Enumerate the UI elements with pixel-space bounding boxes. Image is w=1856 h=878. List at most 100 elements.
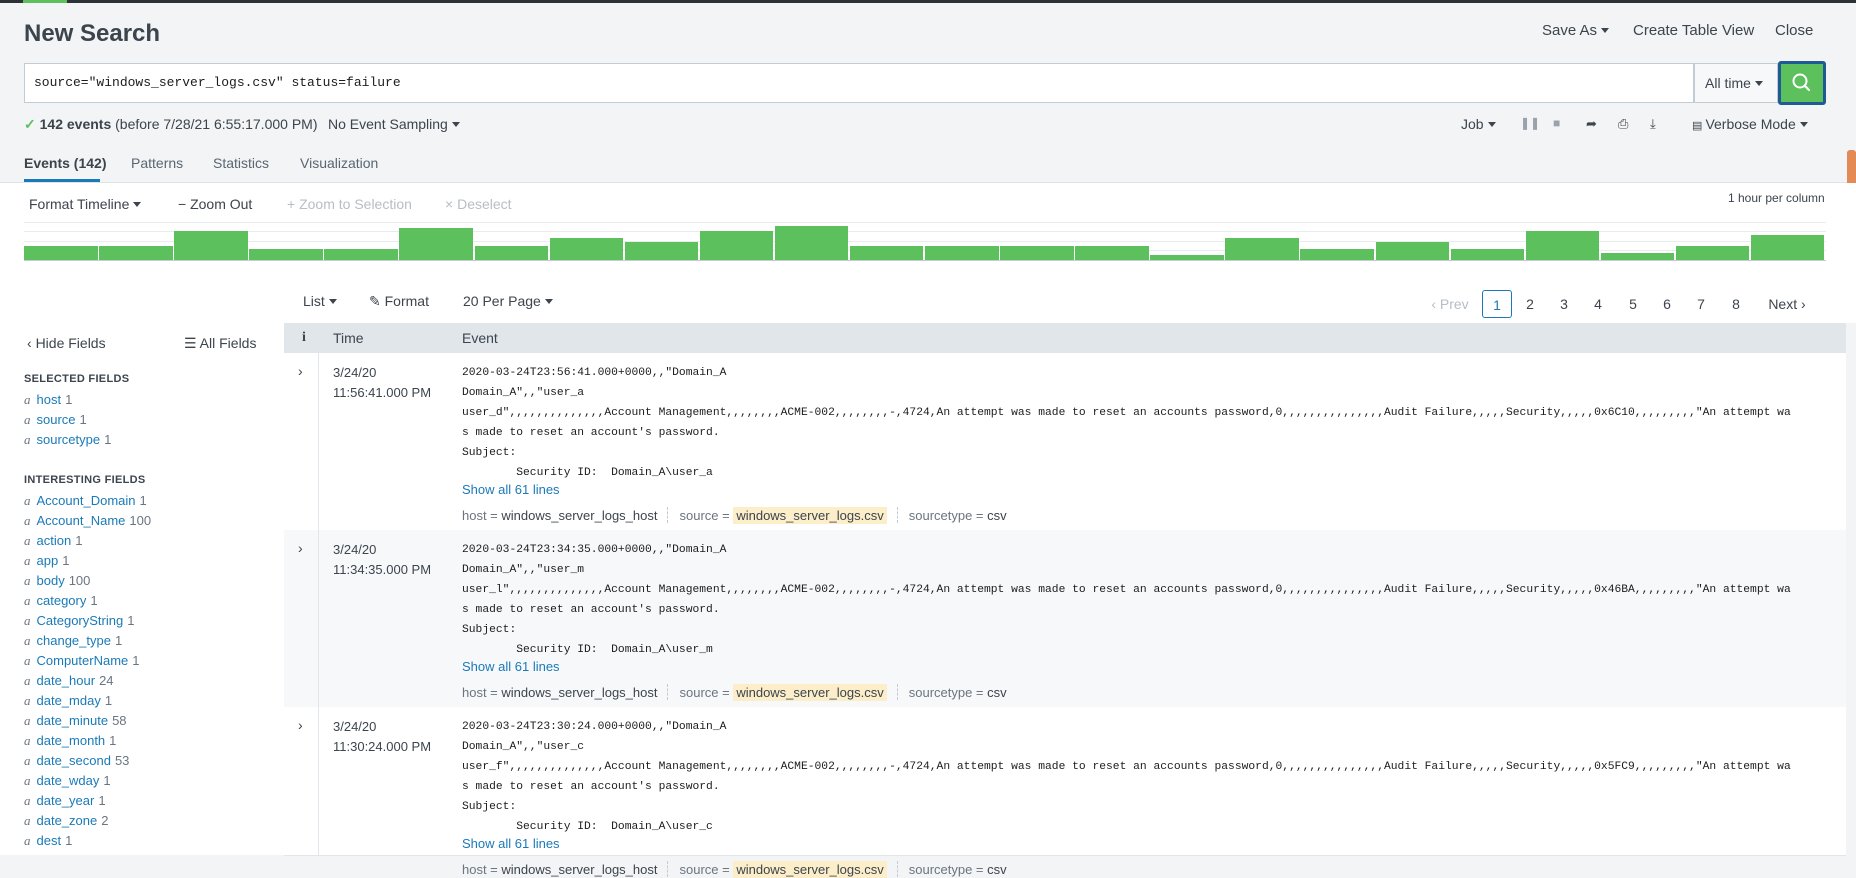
timeline-bar[interactable] [474,246,549,260]
tab-statistics[interactable]: Statistics [213,155,269,171]
timeline-bar[interactable] [849,246,924,260]
event-time[interactable]: 3/24/20 11:56:41.000 PM [333,363,431,403]
field-sourcetype[interactable]: a sourcetype 1 [24,432,111,448]
page-4[interactable]: 4 [1583,290,1613,318]
field-categorystring[interactable]: a CategoryString 1 [24,613,134,629]
pause-icon[interactable]: ❚❚ [1520,116,1540,130]
page-2[interactable]: 2 [1515,290,1545,318]
hide-fields-button[interactable]: ‹ Hide Fields [27,335,106,351]
source-value[interactable]: windows_server_logs.csv [733,684,887,701]
timeline-bar[interactable] [549,238,624,260]
source-value[interactable]: windows_server_logs.csv [733,507,887,524]
page-6[interactable]: 6 [1652,290,1682,318]
sourcetype-value[interactable]: csv [987,508,1007,523]
field-computername[interactable]: a ComputerName 1 [24,653,140,669]
page-1[interactable]: 1 [1482,290,1512,318]
host-value[interactable]: windows_server_logs_host [501,862,657,877]
field-account_domain[interactable]: a Account_Domain 1 [24,493,147,509]
print-icon[interactable]: ⎙ [1618,116,1628,132]
field-date_minute[interactable]: a date_minute 58 [24,713,127,729]
timeline-bar[interactable] [399,228,473,260]
timeline-bar[interactable] [24,246,98,260]
zoom-to-selection-button[interactable]: + Zoom to Selection [287,196,412,212]
timeline-bar[interactable] [174,231,248,260]
job-menu[interactable]: Job [1461,116,1496,132]
page-5[interactable]: 5 [1618,290,1648,318]
timeline-bar[interactable] [1600,253,1675,260]
page-8[interactable]: 8 [1721,290,1751,318]
expand-event-toggle[interactable]: › [284,353,319,530]
export-icon[interactable]: ⤓ [1650,116,1656,132]
stop-icon[interactable]: ■ [1553,116,1560,130]
field-category[interactable]: a category 1 [24,593,98,609]
timeline-bar[interactable] [1000,246,1074,260]
timeline-histogram[interactable] [24,222,1826,261]
expand-event-toggle[interactable]: › [284,530,319,707]
timeline-bar[interactable] [1525,231,1600,260]
timeline-bar[interactable] [1075,246,1149,260]
create-table-view-link[interactable]: Create Table View [1633,22,1754,39]
event-time[interactable]: 3/24/20 11:30:24.000 PM [333,717,431,757]
timeline-bar[interactable] [1225,238,1299,260]
time-range-picker[interactable]: All time [1694,63,1778,103]
per-page-menu[interactable]: 20 Per Page [463,293,553,309]
timeline-bar[interactable] [249,249,323,260]
timeline-bar[interactable] [1450,249,1525,260]
show-all-lines-link[interactable]: Show all 61 lines [462,836,560,851]
field-date_second[interactable]: a date_second 53 [24,753,129,769]
timeline-bar[interactable] [324,249,398,260]
timeline-bar[interactable] [624,242,699,260]
all-fields-button[interactable]: ☰ All Fields [184,335,256,352]
prev-page-button[interactable]: ‹ Prev [1425,290,1475,318]
field-date_year[interactable]: a date_year 1 [24,793,106,809]
field-date_hour[interactable]: a date_hour 24 [24,673,114,689]
event-time[interactable]: 3/24/20 11:34:35.000 PM [333,540,431,580]
field-app[interactable]: a app 1 [24,553,69,569]
show-all-lines-link[interactable]: Show all 61 lines [462,482,560,497]
timeline-bar[interactable] [774,226,849,260]
field-date_mday[interactable]: a date_mday 1 [24,693,112,709]
page-3[interactable]: 3 [1549,290,1579,318]
field-source[interactable]: a source 1 [24,412,87,428]
deselect-button[interactable]: × Deselect [445,196,512,212]
list-menu[interactable]: List [303,293,337,309]
event-sampling-menu[interactable]: No Event Sampling [328,116,460,132]
tab-patterns[interactable]: Patterns [131,155,183,171]
format-button[interactable]: ✎ Format [369,293,429,310]
timeline-bar[interactable] [1300,249,1374,260]
close-link[interactable]: Close [1775,22,1813,39]
show-all-lines-link[interactable]: Show all 61 lines [462,659,560,674]
timeline-bar[interactable] [99,246,173,260]
timeline-bar[interactable] [1675,246,1750,260]
field-date_month[interactable]: a date_month 1 [24,733,116,749]
field-body[interactable]: a body 100 [24,573,90,589]
timeline-bar[interactable] [925,246,999,260]
timeline-bar[interactable] [699,231,774,260]
share-icon[interactable]: ➦ [1586,116,1597,132]
field-host[interactable]: a host 1 [24,392,72,408]
host-value[interactable]: windows_server_logs_host [501,685,657,700]
sourcetype-value[interactable]: csv [987,685,1007,700]
host-value[interactable]: windows_server_logs_host [501,508,657,523]
tab-events[interactable]: Events (142) [24,155,106,171]
search-input[interactable]: source="windows_server_logs.csv" status=… [24,63,1694,103]
field-dest[interactable]: a dest 1 [24,833,72,849]
timeline-bar[interactable] [1375,242,1450,260]
sourcetype-value[interactable]: csv [987,862,1007,877]
field-change_type[interactable]: a change_type 1 [24,633,122,649]
field-date_zone[interactable]: a date_zone 2 [24,813,108,829]
next-page-button[interactable]: Next › [1761,290,1813,318]
format-timeline-menu[interactable]: Format Timeline [29,196,142,212]
page-7[interactable]: 7 [1686,290,1716,318]
timeline-bar[interactable] [1750,235,1825,260]
field-account_name[interactable]: a Account_Name 100 [24,513,151,529]
expand-event-toggle[interactable]: › [284,707,319,855]
search-button[interactable] [1778,61,1826,105]
timeline-bar[interactable] [1150,255,1224,260]
field-date_wday[interactable]: a date_wday 1 [24,773,111,789]
source-value[interactable]: windows_server_logs.csv [733,861,887,878]
field-action[interactable]: a action 1 [24,533,82,549]
search-mode-menu[interactable]: ▤ Verbose Mode [1692,116,1808,132]
zoom-out-button[interactable]: − Zoom Out [178,196,252,212]
save-as-menu[interactable]: Save As [1542,22,1610,39]
